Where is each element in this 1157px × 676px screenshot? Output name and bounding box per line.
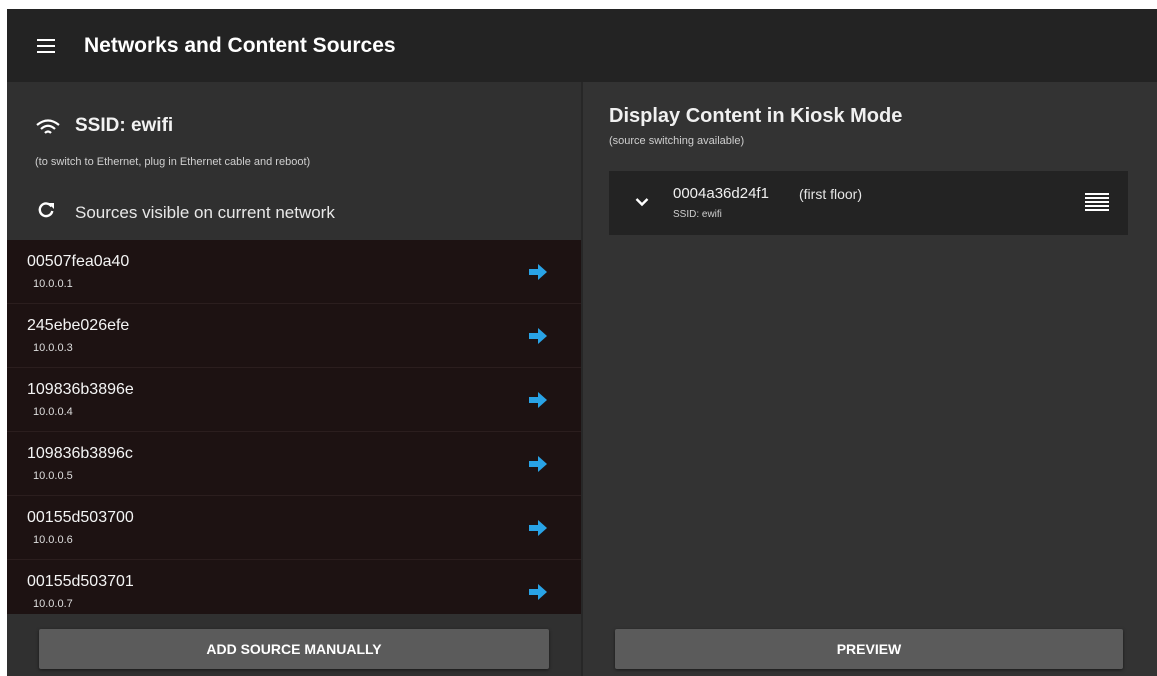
arrow-right-icon[interactable] (529, 584, 547, 600)
source-name: 00155d503701 (27, 573, 134, 590)
app-window: Networks and Content Sources SSID: ewifi… (7, 9, 1157, 676)
list-item[interactable]: 00155d503700 10.0.0.6 (7, 496, 581, 560)
refresh-icon[interactable] (37, 201, 55, 219)
list-item[interactable]: 109836b3896e 10.0.0.4 (7, 368, 581, 432)
source-name: 109836b3896e (27, 381, 134, 398)
source-ip: 10.0.0.3 (33, 342, 73, 354)
kiosk-source-name: 0004a36d24f1 (673, 185, 769, 202)
source-ip: 10.0.0.1 (33, 278, 73, 290)
preview-button[interactable]: PREVIEW (615, 629, 1123, 669)
wifi-icon (36, 119, 60, 134)
arrow-right-icon[interactable] (529, 328, 547, 344)
ethernet-hint: (to switch to Ethernet, plug in Ethernet… (35, 156, 311, 168)
source-list: 00507fea0a40 10.0.0.1 245ebe026efe 10.0.… (7, 240, 581, 614)
list-item[interactable]: 245ebe026efe 10.0.0.3 (7, 304, 581, 368)
kiosk-source-location: (first floor) (799, 186, 862, 202)
arrow-right-icon[interactable] (529, 264, 547, 280)
source-ip: 10.0.0.4 (33, 406, 73, 418)
source-ip: 10.0.0.7 (33, 598, 73, 610)
sources-label: Sources visible on current network (75, 203, 335, 222)
kiosk-source-card[interactable]: 0004a36d24f1 (first floor) SSID: ewifi (609, 171, 1128, 235)
list-item[interactable]: 00155d503701 10.0.0.7 (7, 560, 581, 614)
source-ip: 10.0.0.5 (33, 470, 73, 482)
arrow-right-icon[interactable] (529, 456, 547, 472)
drag-handle-icon[interactable] (1085, 193, 1109, 211)
top-app-bar: Networks and Content Sources (7, 9, 1157, 82)
source-ip: 10.0.0.6 (33, 534, 73, 546)
kiosk-source-ssid: SSID: ewifi (673, 209, 722, 220)
source-name: 245ebe026efe (27, 317, 130, 334)
hamburger-menu-icon[interactable] (37, 39, 55, 53)
arrow-right-icon[interactable] (529, 520, 547, 536)
source-name: 109836b3896c (27, 445, 133, 462)
add-source-manually-button[interactable]: ADD SOURCE MANUALLY (39, 629, 549, 669)
source-name: 00155d503700 (27, 509, 134, 526)
source-name: 00507fea0a40 (27, 253, 130, 270)
list-item[interactable]: 00507fea0a40 10.0.0.1 (7, 240, 581, 304)
page-title: Networks and Content Sources (84, 34, 396, 57)
kiosk-subtitle: (source switching available) (609, 135, 745, 147)
arrow-right-icon[interactable] (529, 392, 547, 408)
ssid-title: SSID: ewifi (75, 115, 174, 136)
chevron-down-icon[interactable] (635, 197, 649, 207)
list-item[interactable]: 109836b3896c 10.0.0.5 (7, 432, 581, 496)
network-panel: SSID: ewifi (to switch to Ethernet, plug… (7, 82, 581, 676)
kiosk-panel: Display Content in Kiosk Mode (source sw… (583, 82, 1157, 676)
kiosk-title: Display Content in Kiosk Mode (609, 105, 903, 127)
